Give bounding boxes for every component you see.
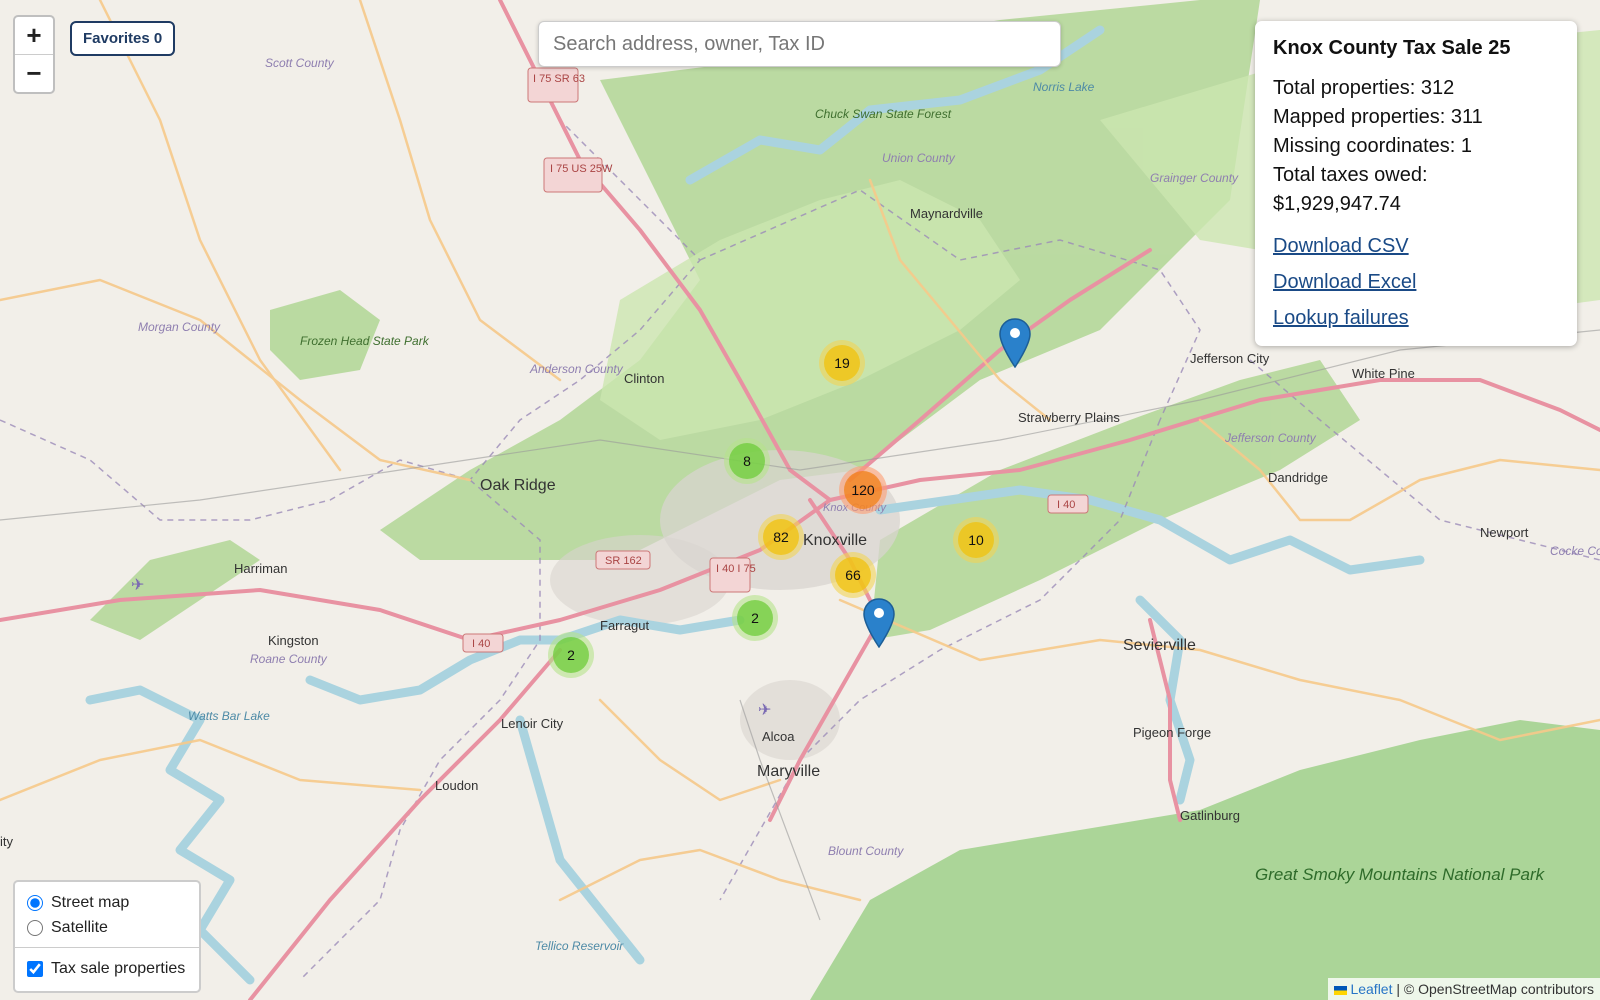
- svg-text:✈: ✈: [131, 575, 144, 594]
- tax-sale-checkbox[interactable]: [27, 960, 43, 977]
- search-input[interactable]: [538, 21, 1061, 67]
- map-pin-icon[interactable]: [999, 318, 1031, 368]
- cluster-count: 120: [844, 471, 882, 509]
- map-label: Farragut: [600, 618, 650, 633]
- cluster-count: 10: [958, 522, 994, 558]
- cluster-count: 2: [553, 637, 589, 673]
- map-label: Harriman: [234, 561, 287, 576]
- cluster-count: 8: [729, 443, 765, 479]
- map-label: Blount County: [828, 844, 904, 858]
- base-layer-satellite[interactable]: Satellite: [27, 915, 187, 940]
- ukraine-flag-icon: [1334, 985, 1348, 995]
- panel-title: Knox County Tax Sale 25: [1273, 37, 1511, 59]
- map-label: Jefferson County: [1224, 431, 1317, 445]
- map-label: Loudon: [435, 778, 478, 793]
- lookup-failures-link[interactable]: Lookup failures: [1273, 307, 1559, 330]
- zoom-control: + −: [13, 15, 55, 94]
- map-label: Anderson County: [529, 362, 624, 376]
- total-properties: Total properties: 312: [1273, 77, 1455, 99]
- map-label: Lenoir City: [501, 716, 564, 731]
- satellite-radio[interactable]: [27, 919, 43, 936]
- map-label: SR 162: [605, 555, 642, 567]
- summary-panel: Knox County Tax Sale 25 Total properties…: [1255, 21, 1577, 346]
- map-label: I 75 SR 63: [533, 73, 585, 85]
- download-excel-link[interactable]: Download Excel: [1273, 271, 1559, 294]
- download-csv-link[interactable]: Download CSV: [1273, 235, 1559, 258]
- marker-cluster[interactable]: 82: [758, 514, 804, 560]
- cluster-count: 66: [835, 557, 871, 593]
- map-label: Dandridge: [1268, 470, 1328, 485]
- map-label: Gatlinburg: [1180, 808, 1240, 823]
- map-label: Frozen Head State Park: [300, 334, 430, 348]
- map-label: Pigeon Forge: [1133, 725, 1211, 740]
- cluster-count: 2: [737, 600, 773, 636]
- map-label: Scott County: [265, 56, 335, 70]
- marker-cluster[interactable]: 8: [724, 438, 770, 484]
- zoom-in-button[interactable]: +: [15, 17, 53, 54]
- map-label: Chuck Swan State Forest: [815, 107, 952, 121]
- map-label: Sevierville: [1123, 637, 1196, 654]
- street-map-radio[interactable]: [27, 894, 43, 911]
- layer-divider: [15, 947, 199, 948]
- mapped-properties: Mapped properties: 311: [1273, 106, 1483, 128]
- cluster-count: 19: [824, 345, 860, 381]
- map-label: Norris Lake: [1033, 80, 1095, 94]
- map-label: I 40 I 75: [716, 563, 756, 575]
- map-label: Roane County: [250, 652, 328, 666]
- marker-cluster[interactable]: 66: [830, 552, 876, 598]
- map-label: Strawberry Plains: [1018, 410, 1120, 425]
- base-layer-street[interactable]: Street map: [27, 890, 187, 915]
- map-label: Maynardville: [910, 206, 983, 221]
- missing-coordinates: Missing coordinates: 1: [1273, 135, 1472, 157]
- marker-cluster[interactable]: 120: [839, 466, 887, 514]
- map-label: Watts Bar Lake: [188, 709, 270, 723]
- svg-text:✈: ✈: [758, 700, 771, 719]
- favorites-button[interactable]: Favorites 0: [70, 21, 176, 56]
- map-label: Cocke Co: [1550, 544, 1600, 558]
- cluster-count: 82: [763, 519, 799, 555]
- map-label: Knoxville: [803, 532, 867, 549]
- overlay-tax-sale[interactable]: Tax sale properties: [27, 956, 187, 981]
- satellite-label: Satellite: [51, 918, 108, 936]
- map-label: Alcoa: [762, 729, 795, 744]
- marker-cluster[interactable]: 2: [548, 632, 594, 678]
- map-label: ity: [0, 834, 14, 849]
- map-label: Oak Ridge: [480, 477, 556, 494]
- map-label: Union County: [882, 151, 956, 165]
- osm-attribution: | © OpenStreetMap contributors: [1396, 981, 1594, 997]
- zoom-out-button[interactable]: −: [15, 54, 53, 92]
- map-label: I 40: [472, 638, 490, 650]
- map-label: Great Smoky Mountains National Park: [1255, 865, 1546, 884]
- map-attribution: Leaflet | © OpenStreetMap contributors: [1328, 978, 1600, 1000]
- street-map-label: Street map: [51, 893, 130, 911]
- layer-control: Street map Satellite Tax sale properties: [13, 880, 201, 993]
- marker-cluster[interactable]: 19: [819, 340, 865, 386]
- leaflet-link[interactable]: Leaflet: [1350, 981, 1392, 997]
- marker-cluster[interactable]: 10: [953, 517, 999, 563]
- map-label: Clinton: [624, 371, 664, 386]
- total-taxes-owed: Total taxes owed: $1,929,947.74: [1273, 164, 1428, 215]
- map-label: Morgan County: [138, 320, 221, 334]
- map-label: White Pine: [1352, 366, 1415, 381]
- map-label: Grainger County: [1150, 171, 1239, 185]
- map-label: Tellico Reservoir: [535, 939, 624, 953]
- tax-sale-label: Tax sale properties: [51, 959, 186, 977]
- map-label: Kingston: [268, 633, 319, 648]
- map-label: I 40: [1057, 499, 1075, 511]
- map-label: Jefferson City: [1190, 351, 1270, 366]
- marker-cluster[interactable]: 2: [732, 595, 778, 641]
- map-label: I 75 US 25W: [550, 163, 613, 175]
- map-label: Newport: [1480, 525, 1529, 540]
- map-label: Maryville: [757, 763, 820, 780]
- map-pin-icon[interactable]: [863, 598, 895, 648]
